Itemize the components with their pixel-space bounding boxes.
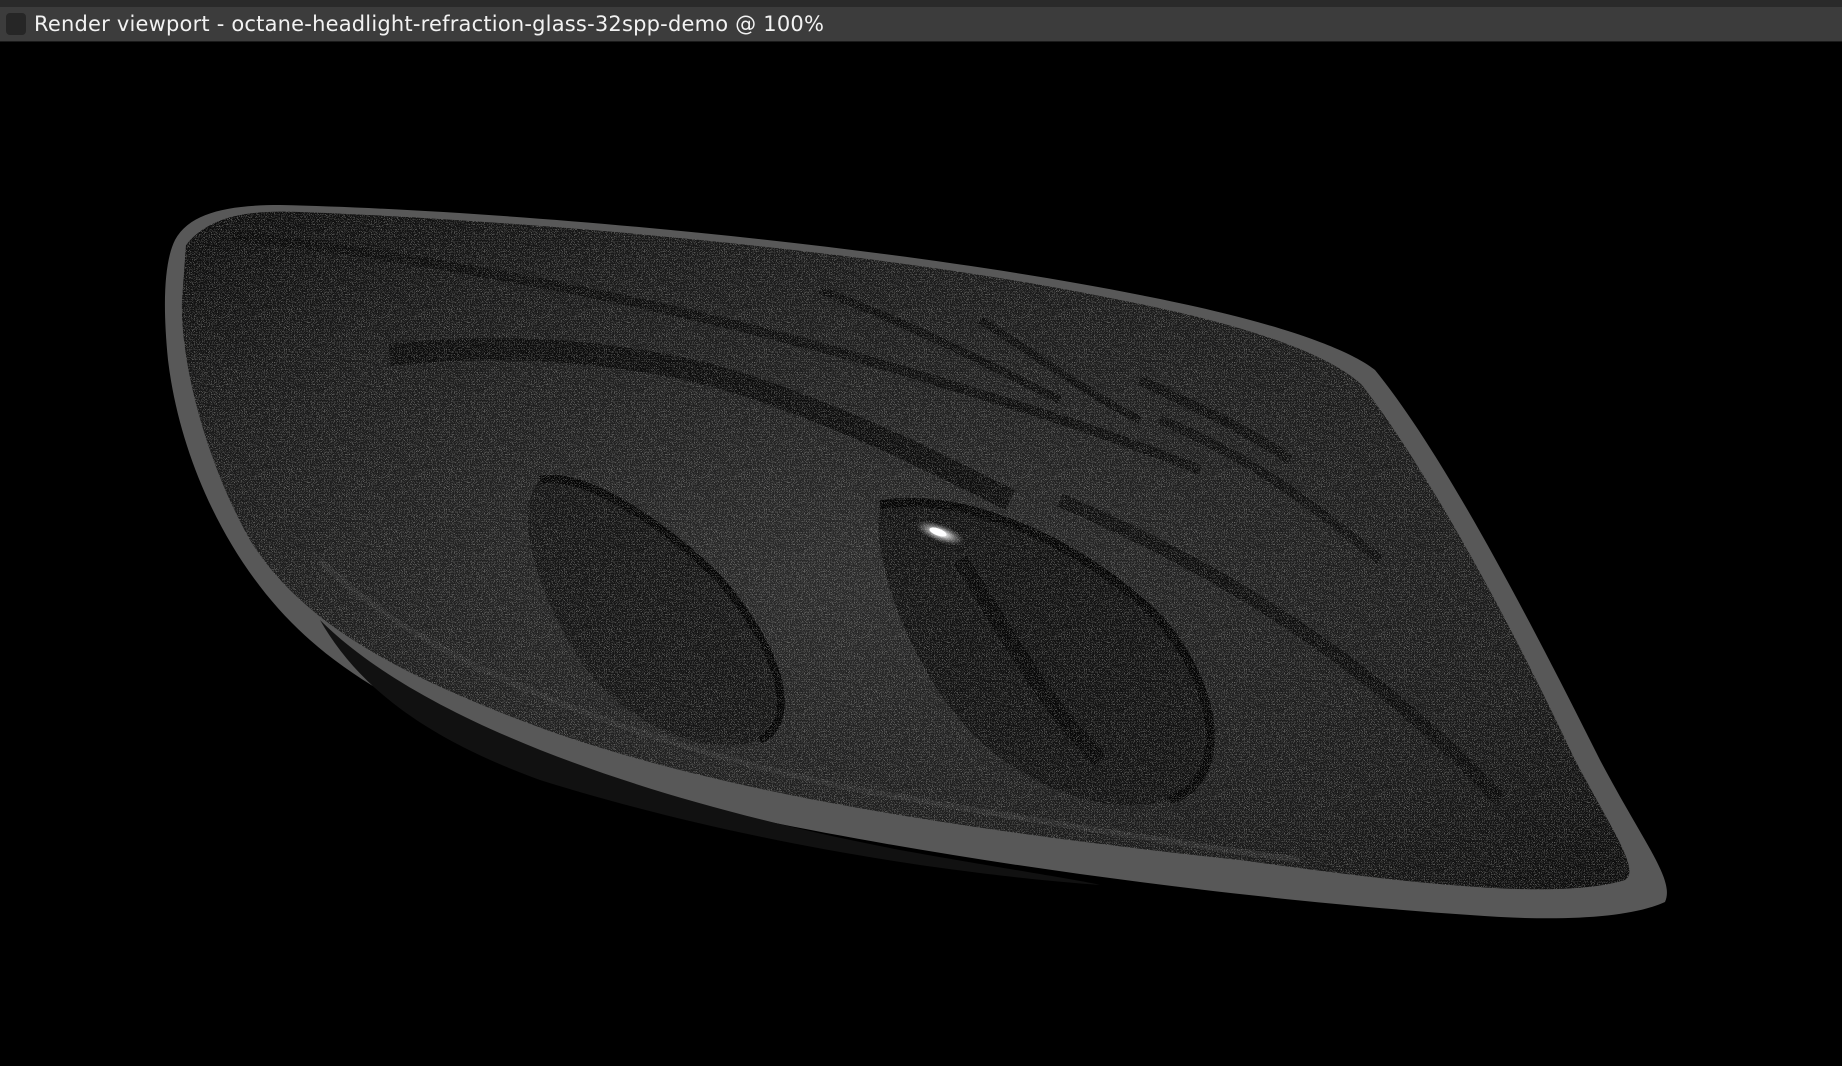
window-titlebar[interactable]: Render viewport - octane-headlight-refra… bbox=[0, 0, 1842, 42]
render-canvas[interactable] bbox=[0, 42, 1842, 1066]
headlight-render bbox=[164, 205, 1667, 919]
render-viewport-window: Render viewport - octane-headlight-refra… bbox=[0, 0, 1842, 1066]
window-badge-icon[interactable] bbox=[6, 13, 26, 35]
window-title: Render viewport - octane-headlight-refra… bbox=[34, 12, 825, 36]
